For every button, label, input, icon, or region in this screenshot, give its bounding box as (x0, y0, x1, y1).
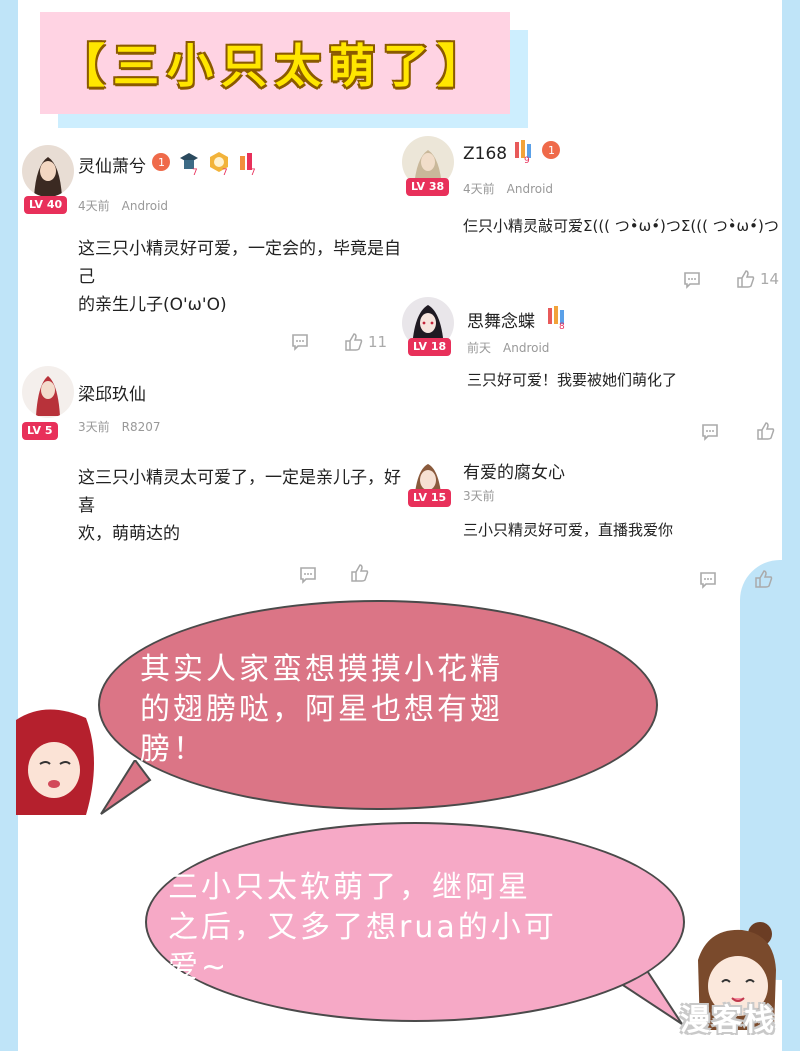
watermark-logo: 漫客栈 (680, 1003, 776, 1038)
medal-icon: 7 (236, 150, 258, 176)
like-button[interactable] (754, 569, 774, 589)
like-button[interactable]: 14 (736, 269, 779, 289)
svg-text:7: 7 (250, 168, 256, 176)
left-border (0, 0, 18, 1051)
svg-text:7: 7 (192, 168, 198, 176)
svg-text:7: 7 (222, 168, 228, 176)
svg-text:1: 1 (548, 144, 555, 157)
reply-button[interactable] (698, 570, 718, 590)
medal-icon: 7 (208, 150, 230, 176)
title-banner: 【三小只太萌了】 (40, 12, 510, 114)
bubble-2-text: 三小只太软萌了，继阿星 之后，又多了想rua的小可 爱~ (168, 870, 557, 985)
comment-icon (300, 567, 316, 584)
comment-meta: 4天前 Android (78, 199, 169, 213)
username[interactable]: 灵仙萧兮 (78, 152, 146, 177)
comment-meta: 3天前 R8207 (78, 420, 161, 434)
username[interactable]: Z168 (463, 144, 507, 164)
comment-icon (700, 572, 716, 589)
comment-meta: 3天前 (463, 489, 495, 503)
comment-icon (292, 334, 308, 351)
comment-icon (684, 272, 700, 289)
banner-title: 【三小只太萌了】 (59, 39, 491, 93)
like-button[interactable] (756, 421, 776, 441)
username[interactable]: 思舞念蝶 (467, 307, 535, 332)
level-badge: LV 40 (24, 196, 68, 214)
reply-button[interactable] (298, 565, 318, 585)
comment-text: 这三只小精灵好可爱，一定会的，毕竟是自己 的亲生儿子(O'ω'O) (78, 239, 401, 315)
svg-text:8: 8 (559, 322, 565, 330)
thumb-up-icon (755, 570, 773, 588)
reply-button[interactable] (682, 270, 702, 290)
like-button[interactable]: 11 (344, 332, 387, 352)
medal-icon: 7 (178, 150, 200, 176)
thumb-up-icon (351, 564, 369, 582)
username[interactable]: 有爱的腐女心 (463, 458, 565, 483)
comment-text: 这三只小精灵太可爱了，一定是亲儿子，好喜 欢，萌萌达的 (78, 468, 401, 544)
comment-text: 仨只小精灵敲可爱Σ((( つ•̀ω•́)つΣ((( つ•̀ω•́)つ (463, 217, 779, 235)
medal-icon: 1 (150, 150, 172, 176)
svg-text:1: 1 (158, 156, 165, 169)
comment-meta: 前天 Android (467, 341, 550, 355)
level-badge: LV 38 (406, 178, 450, 196)
avatar[interactable] (22, 366, 74, 418)
comment-meta: 4天前 Android (463, 182, 554, 196)
background-splash (740, 560, 800, 980)
comment-icon (702, 424, 718, 441)
svg-text:9: 9 (524, 156, 530, 164)
like-button[interactable] (350, 563, 370, 583)
level-badge: LV 15 (408, 489, 452, 507)
bubble-1-text: 其实人家蛮想摸摸小花精 的翅膀哒，阿星也想有翅 膀！ (140, 652, 503, 767)
medal-icon: 9 (512, 138, 534, 164)
comment-text: 三小只精灵好可爱，直播我爱你 (463, 521, 674, 539)
thumb-up-icon (345, 333, 363, 351)
thumb-up-icon (757, 422, 775, 440)
reply-button[interactable] (290, 332, 310, 352)
medal-icon: 1 (540, 138, 562, 164)
avatar[interactable] (22, 145, 74, 197)
medal-icon: 8 (545, 304, 567, 330)
reply-button[interactable] (700, 422, 720, 442)
comment-text: 三只好可爱！我要被她们萌化了 (467, 371, 678, 389)
like-count: 11 (368, 333, 388, 351)
level-badge: LV 18 (408, 338, 452, 356)
like-count: 14 (760, 270, 780, 288)
username[interactable]: 梁邱玖仙 (78, 380, 146, 405)
level-badge: LV 5 (22, 422, 58, 440)
character-red-hair (16, 700, 96, 815)
thumb-up-icon (737, 270, 755, 288)
